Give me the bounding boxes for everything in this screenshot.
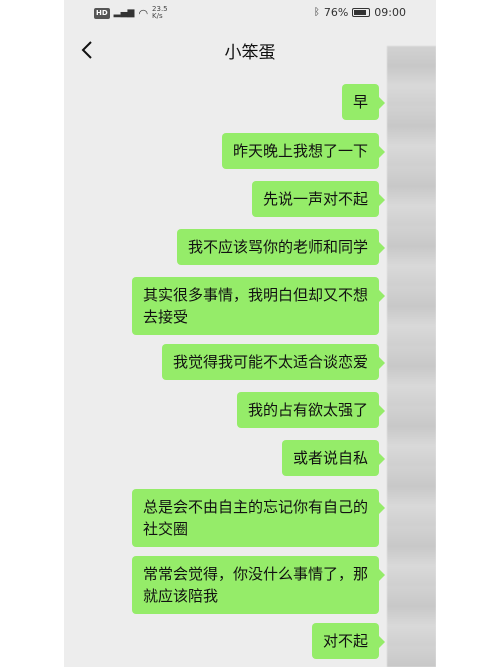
- message-bubble[interactable]: 先说一声对不起: [251, 181, 386, 217]
- status-bar: HD ▂▄▆ ◠ 23.5 K/s ᛒ 76% 09:00: [64, 0, 436, 28]
- speed-unit: K/s: [152, 12, 163, 20]
- bluetooth-icon: ᛒ: [313, 7, 320, 18]
- chat-header: 小笨蛋: [64, 28, 436, 72]
- message-bubble[interactable]: 对不起: [311, 623, 386, 659]
- battery-percent: 76%: [323, 6, 349, 19]
- clock: 09:00: [374, 6, 406, 19]
- wifi-icon: ◠: [138, 6, 149, 20]
- battery-icon: [352, 8, 371, 17]
- message-bubble[interactable]: 早: [341, 84, 386, 120]
- network-speed: 23.5 K/s: [152, 6, 168, 20]
- avatar-column-blurred: [387, 46, 436, 667]
- message-bubble[interactable]: 或者说自私: [281, 440, 386, 476]
- chat-title: 小笨蛋: [224, 43, 276, 63]
- message-bubble[interactable]: 常常会觉得，你没什么事情了，那 就应该陪我: [131, 556, 386, 614]
- hd-badge: HD: [94, 7, 110, 19]
- signal-icon: ▂▄▆: [113, 8, 135, 18]
- chat-screen: HD ▂▄▆ ◠ 23.5 K/s ᛒ 76% 09:00 小笨蛋 早 昨天晚上…: [64, 0, 436, 667]
- message-bubble[interactable]: 总是会不由自主的忘记你有自己的 社交圈: [131, 489, 386, 547]
- message-bubble[interactable]: 昨天晚上我想了一下: [221, 133, 386, 169]
- message-bubble[interactable]: 我的占有欲太强了: [236, 392, 386, 428]
- message-bubble[interactable]: 我觉得我可能不太适合谈恋爱: [161, 344, 386, 380]
- message-bubble[interactable]: 我不应该骂你的老师和同学: [176, 229, 386, 265]
- message-bubble[interactable]: 其实很多事情，我明白但却又不想 去接受: [131, 277, 386, 335]
